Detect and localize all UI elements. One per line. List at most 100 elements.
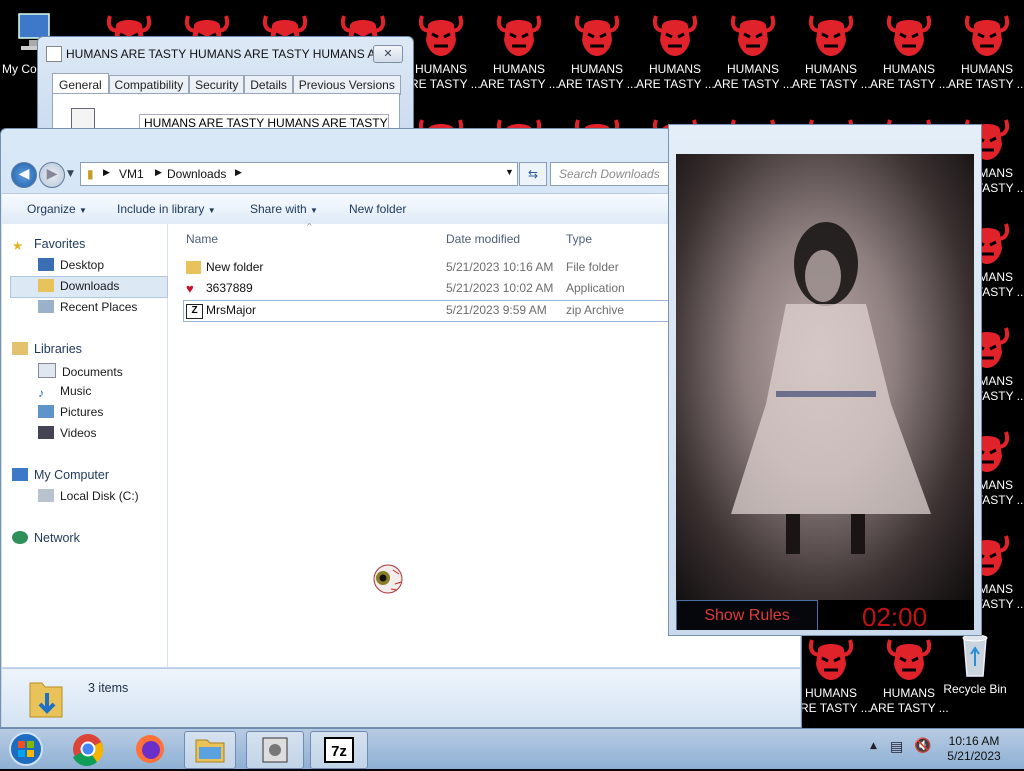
clock-date: 5/21/2023	[947, 749, 1001, 763]
nav-label: Local Disk (C:)	[60, 489, 139, 503]
desktop-icon-humans-are-tasty[interactable]: HUMANSARE TASTY ...	[480, 10, 558, 92]
file-type: File folder	[566, 260, 619, 274]
demon-icon	[887, 15, 931, 56]
network-tray-icon[interactable]: ▤	[890, 739, 903, 755]
desktop-icon-humans-are-tasty[interactable]: HUMANSARE TASTY ...	[558, 10, 636, 92]
chevron-down-icon[interactable]: ▼	[505, 167, 514, 177]
nav-videos[interactable]: Videos	[38, 426, 96, 440]
nav-music[interactable]: ♪ Music	[38, 384, 92, 400]
desktop-icon-recycle-bin[interactable]: Recycle Bin	[936, 630, 1014, 697]
demon-icon	[731, 15, 775, 56]
desktop-icon-humans-are-tasty[interactable]: HUMANSARE TASTY ...	[870, 10, 948, 92]
desktop-icon-label: ARE TASTY ...	[558, 77, 636, 91]
desktop-icon-label: ARE TASTY ...	[636, 77, 714, 91]
volume-muted-icon[interactable]: 🔇	[914, 738, 931, 754]
nav-label: Music	[60, 384, 92, 398]
desktop-icon-humans-are-tasty[interactable]: HUMANSARE TASTY ...	[636, 10, 714, 92]
tab-compatibility[interactable]: Compatibility	[108, 75, 190, 95]
show-hidden-icons-button[interactable]: ▲	[870, 741, 877, 751]
file-type: Application	[566, 281, 625, 295]
nav-downloads[interactable]: Downloads	[38, 279, 119, 293]
pictures-icon	[38, 405, 54, 418]
include-in-library-button[interactable]: Include in library ▼	[117, 202, 216, 216]
chrome-icon[interactable]	[64, 731, 112, 767]
close-button[interactable]: ✕	[373, 45, 403, 63]
tab-previous-versions[interactable]: Previous Versions	[292, 75, 401, 95]
start-button[interactable]	[4, 731, 48, 767]
desktop-icon-humans-are-tasty[interactable]: HUMANSARE TASTY ...	[792, 634, 870, 716]
demon-icon	[887, 639, 931, 680]
arrow-left-icon: ◀	[18, 166, 30, 182]
show-rules-button[interactable]: Show Rules	[676, 600, 818, 630]
nav-desktop[interactable]: Desktop	[38, 258, 104, 272]
desktop-icon-humans-are-tasty[interactable]: HUMANSARE TASTY ...	[948, 10, 1024, 92]
desktop-icon-label: HUMANS	[804, 62, 857, 76]
taskbar-media-button[interactable]	[246, 731, 304, 769]
hard-drive-icon	[38, 489, 54, 502]
nav-pictures[interactable]: Pictures	[38, 405, 103, 419]
desktop-icon-humans-are-tasty[interactable]: HUMANSARE TASTY ...	[792, 10, 870, 92]
demon-icon	[419, 15, 463, 56]
file-name: MrsMajor	[206, 303, 256, 317]
desktop-icon-label: ARE TASTY ...	[714, 77, 792, 91]
chevron-down-icon: ▼	[207, 206, 216, 215]
nav-recent-places[interactable]: Recent Places	[38, 300, 137, 314]
nav-my-computer[interactable]: My Computer	[12, 468, 109, 482]
forward-button[interactable]: ▶	[39, 162, 65, 188]
desktop-icon-label: HUMANS	[648, 62, 701, 76]
address-bar[interactable]: ▮ ▶ VM1 ▶ Downloads ▶ ▼	[80, 162, 518, 186]
file-date: 5/21/2023 10:02 AM	[446, 281, 554, 295]
tab-details[interactable]: Details	[244, 75, 293, 95]
demon-icon	[809, 639, 853, 680]
file-type: zip Archive	[566, 303, 625, 317]
nav-local-disk[interactable]: Local Disk (C:)	[38, 489, 139, 503]
computer-icon	[12, 468, 28, 481]
new-folder-button[interactable]: New folder	[349, 202, 406, 216]
video-window: Show Rules 02:00	[668, 124, 982, 636]
video-image	[676, 154, 974, 600]
countdown-timer: 02:00	[862, 602, 928, 630]
item-count: 3 items	[88, 681, 129, 695]
explorer-folder-icon	[195, 739, 225, 763]
network-icon	[12, 531, 28, 544]
organize-button[interactable]: Organize ▼	[27, 202, 87, 216]
nav-favorites[interactable]: ★ Favorites	[12, 237, 86, 253]
nav-libraries[interactable]: Libraries	[12, 342, 82, 356]
chevron-down-icon[interactable]: ▼	[67, 169, 74, 179]
taskbar-7zip-button[interactable]: 7z	[310, 731, 368, 769]
share-with-button[interactable]: Share with ▼	[250, 202, 318, 216]
back-button[interactable]: ◀	[11, 162, 37, 188]
desktop-icon-label: HUMANS	[804, 686, 857, 700]
refresh-button[interactable]: ⇆	[519, 162, 547, 186]
recycle-bin-icon	[962, 634, 988, 677]
documents-icon	[38, 363, 56, 378]
demon-icon	[653, 15, 697, 56]
column-date-modified[interactable]: Date modified	[446, 232, 520, 246]
nav-documents[interactable]: Documents	[38, 363, 123, 379]
search-input[interactable]: Search Downloads	[550, 162, 680, 186]
chevron-right-icon: ▶	[235, 167, 242, 177]
include-label: Include in library	[117, 202, 205, 216]
firefox-icon[interactable]	[126, 731, 174, 767]
media-window-icon	[262, 737, 288, 763]
folder-icon	[186, 261, 201, 274]
nav-network[interactable]: Network	[12, 531, 80, 545]
desktop-icon-label: HUMANS	[882, 62, 935, 76]
desktop-icon-label: HUMANS	[570, 62, 623, 76]
desktop-icon-label: Recycle Bin	[943, 682, 1007, 696]
desktop-icon-humans-are-tasty[interactable]: HUMANSARE TASTY ...	[714, 10, 792, 92]
system-clock[interactable]: 10:16 AM 5/21/2023	[938, 734, 1010, 764]
column-name[interactable]: Name	[186, 232, 218, 246]
navigation-pane: ★ Favorites Desktop Downloads Recent Plac…	[2, 224, 168, 667]
breadcrumb-vm1[interactable]: VM1	[119, 167, 144, 181]
column-type[interactable]: Type	[566, 232, 592, 246]
folder-icon: ▮	[87, 167, 94, 181]
chevron-right-icon: ▶	[103, 167, 110, 177]
breadcrumb-downloads[interactable]: Downloads	[167, 167, 226, 181]
taskbar-explorer-button[interactable]	[184, 731, 236, 769]
figure-silhouette	[731, 222, 931, 554]
taskbar: 7z ▲ ▤ 🔇 10:16 AM 5/21/2023	[0, 728, 1024, 769]
nav-label: Favorites	[34, 237, 86, 251]
tab-security[interactable]: Security	[189, 75, 245, 95]
clock-time: 10:16 AM	[948, 734, 1000, 748]
